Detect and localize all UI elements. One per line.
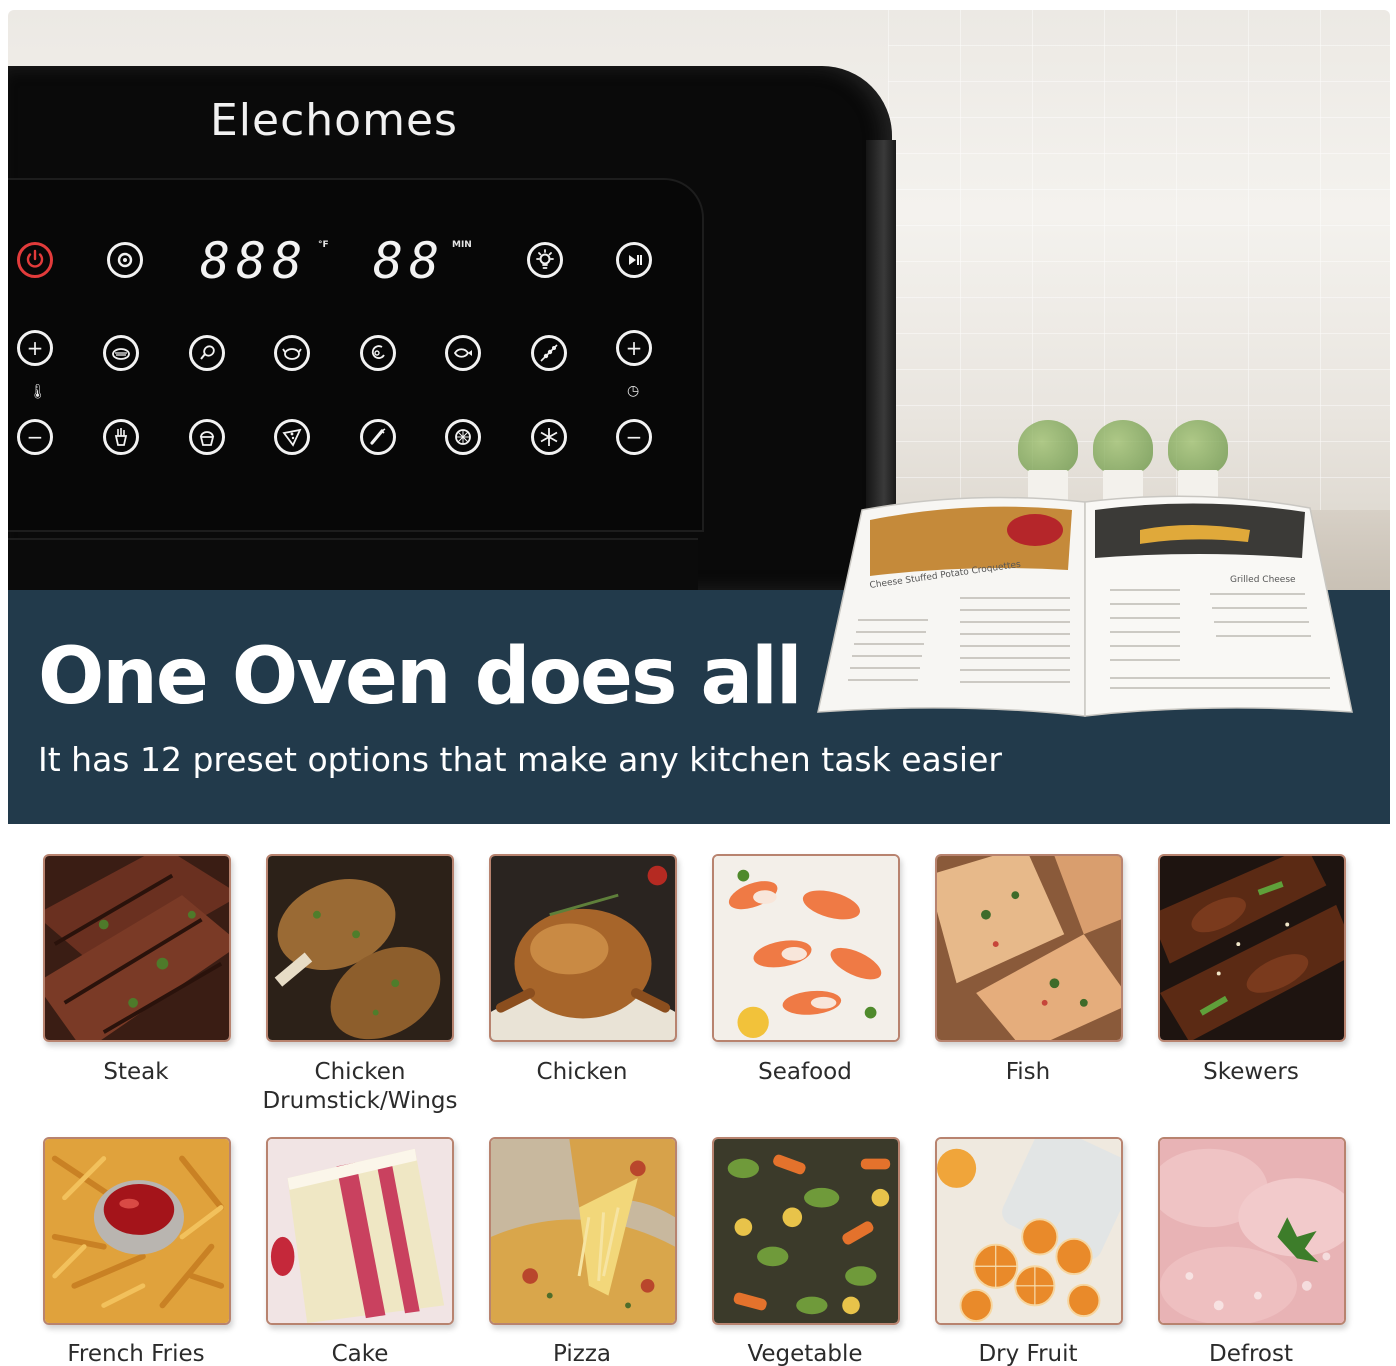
- dry-fruit-photo: [937, 1139, 1121, 1323]
- rotisserie-button[interactable]: [107, 242, 143, 278]
- preset-label: Chicken Drumstick/Wings: [262, 1059, 458, 1114]
- play-pause-icon: [629, 255, 642, 265]
- preset-tile-pizza: [489, 1137, 677, 1325]
- citrus-slice-icon: [455, 429, 471, 445]
- defrost-photo: [1160, 1139, 1344, 1323]
- preset-tile-french-fries: [43, 1137, 231, 1325]
- recipe-book: Cheese Stuffed Potato Croquettes Grilled…: [810, 480, 1360, 720]
- vegetable-icon: [370, 428, 386, 445]
- preset-label: Pizza: [553, 1341, 611, 1366]
- preset-button-vegetable[interactable]: [360, 419, 396, 455]
- thermometer-icon: 🌡: [29, 384, 47, 400]
- preset-tile-defrost: [1158, 1137, 1346, 1325]
- preset-button-defrost[interactable]: [531, 419, 567, 455]
- subheadline: It has 12 preset options that make any k…: [38, 740, 1002, 779]
- vegetable-photo: [714, 1139, 898, 1323]
- preset-tile-fish: [935, 854, 1123, 1042]
- light-button[interactable]: [527, 242, 563, 278]
- preset-tile-chicken: [489, 854, 677, 1042]
- preset-tile-steak: [43, 854, 231, 1042]
- pizza-photo: [491, 1139, 675, 1323]
- recipe-book-illustration: Cheese Stuffed Potato Croquettes Grilled…: [817, 495, 1353, 717]
- preset-button-pizza[interactable]: [274, 419, 310, 455]
- preset-button-chicken[interactable]: [274, 335, 310, 371]
- time-display: 88: [373, 232, 446, 290]
- temperature-display: 888: [200, 232, 309, 290]
- shrimp-icon: [371, 345, 385, 359]
- preset-button-seafood[interactable]: [360, 335, 396, 371]
- preset-label: Seafood: [758, 1059, 852, 1085]
- preset-tile-skewers: [1158, 854, 1346, 1042]
- preset-label: Cake: [331, 1341, 389, 1366]
- roast-chicken-photo: [491, 856, 675, 1040]
- preset-label: Skewers: [1203, 1059, 1299, 1085]
- preset-label: Defrost: [1209, 1341, 1293, 1366]
- snowflake-icon: [540, 428, 558, 446]
- plus-icon: +: [625, 336, 643, 360]
- skewer-icon: [540, 344, 558, 362]
- pizza-icon: [282, 428, 302, 447]
- preset-button-fish[interactable]: [445, 335, 481, 371]
- fish-icon: [453, 348, 472, 358]
- light-bulb-icon: [536, 249, 554, 269]
- clock-icon: ◷: [627, 383, 640, 399]
- seafood-photo: [714, 856, 898, 1040]
- preset-button-dry-fruit[interactable]: [445, 419, 481, 455]
- plus-icon: +: [26, 336, 44, 360]
- minus-icon: −: [625, 425, 643, 449]
- power-button[interactable]: [17, 242, 53, 278]
- drumstick-photo: [268, 856, 452, 1040]
- temperature-down-button[interactable]: −: [17, 419, 53, 455]
- headline: One Oven does all: [38, 632, 803, 722]
- drumstick-icon: [200, 345, 215, 360]
- preset-label: Steak: [103, 1059, 169, 1085]
- preset-tile-seafood: [712, 854, 900, 1042]
- preset-button-steak[interactable]: [103, 335, 139, 371]
- temperature-up-button[interactable]: +: [17, 330, 53, 366]
- preset-tile-cake: [266, 1137, 454, 1325]
- skewers-photo: [1160, 856, 1344, 1040]
- preset-tile-vegetable: [712, 1137, 900, 1325]
- rotate-icon: [117, 252, 133, 268]
- time-down-button[interactable]: −: [616, 419, 652, 455]
- temperature-unit: °F: [318, 240, 329, 250]
- power-icon: [26, 249, 44, 268]
- start-pause-button[interactable]: [616, 242, 652, 278]
- cake-photo: [268, 1139, 452, 1323]
- preset-button-cake[interactable]: [189, 419, 225, 455]
- steak-photo: [45, 856, 229, 1040]
- preset-label: Dry Fruit: [978, 1341, 1078, 1366]
- preset-button-skewers[interactable]: [531, 335, 567, 371]
- right-page-title: Grilled Cheese: [1230, 575, 1296, 585]
- steak-icon: [112, 348, 130, 360]
- french-fries-photo: [45, 1139, 229, 1323]
- brand-logo: Elechomes: [210, 95, 458, 146]
- fish-photo: [937, 856, 1121, 1040]
- preset-label: Fish: [1005, 1059, 1051, 1085]
- preset-label: Chicken: [536, 1059, 628, 1085]
- preset-label: Vegetable: [747, 1341, 863, 1366]
- preset-button-drumstick[interactable]: [189, 335, 225, 371]
- time-up-button[interactable]: +: [616, 330, 652, 366]
- cupcake-icon: [199, 431, 215, 446]
- preset-tile-dry-fruit: [935, 1137, 1123, 1325]
- time-unit: MIN: [452, 240, 472, 250]
- oven-door-strip: [8, 538, 698, 590]
- roast-chicken-icon: [282, 348, 302, 360]
- fries-icon: [114, 428, 128, 446]
- preset-button-french-fries[interactable]: [103, 419, 139, 455]
- preset-label: French Fries: [67, 1341, 205, 1366]
- minus-icon: −: [26, 425, 44, 449]
- preset-tile-chicken-drumstick-wings: [266, 854, 454, 1042]
